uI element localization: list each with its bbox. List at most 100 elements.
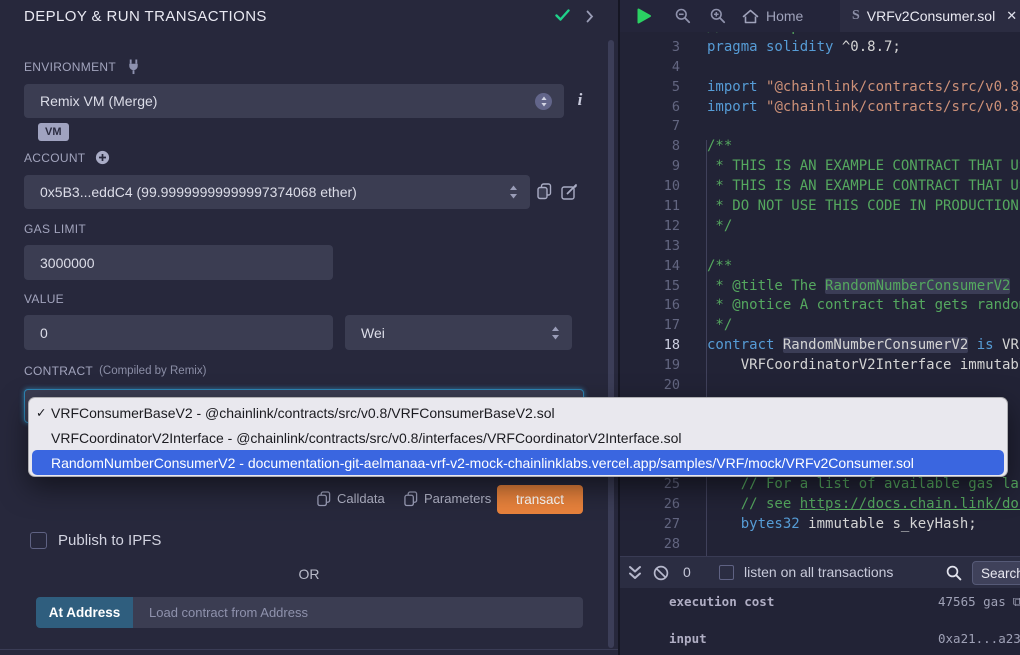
info-icon[interactable]: i [573,90,587,110]
terminal-search-input[interactable] [972,561,1020,585]
contract-label-row: CONTRACT (Compiled by Remix) [24,364,206,378]
code-line: 12 */ [620,217,1020,237]
expand-terminal-icon[interactable] [628,565,642,581]
transact-button[interactable]: transact [497,485,583,514]
zoom-out-icon[interactable] [675,8,691,24]
line-number: 12 [620,217,680,237]
contract-hint: (Compiled by Remix) [99,365,206,377]
edit-account-icon[interactable] [561,183,578,200]
play-icon[interactable] [636,8,652,24]
code-line: 8/** [620,137,1020,157]
code-line: 19 VRFCoordinatorV2Interface immutable C… [620,356,1020,376]
line-number: 13 [620,237,680,257]
value-label-row: VALUE [24,292,64,306]
publish-ipfs-checkbox[interactable] [30,532,47,549]
line-number: 25 [620,475,680,495]
option-check-icon: ✓ [36,405,49,420]
line-content: pragma solidity ^0.8.7; [680,38,901,58]
listen-all-label: listen on all transactions [744,564,893,580]
environment-select[interactable]: Remix VM (Merge) [24,84,564,118]
line-content: * THIS IS AN EXAMPLE CONTRACT THAT USES … [680,177,1020,197]
line-number: 5 [620,78,680,98]
editor-tab-bar: Home S VRFv2Consumer.sol ✕ [620,0,1020,32]
value-input[interactable] [24,315,333,350]
terminal-row: execution cost47565 gas⧉ [669,594,1020,610]
code-line: 3pragma solidity ^0.8.7; [620,38,1020,58]
option-label: VRFConsumerBaseV2 - @chainlink/contracts… [51,405,555,421]
line-number: 28 [620,535,680,555]
panel-title: DEPLOY & RUN TRANSACTIONS [24,0,267,32]
terminal-row: input 0xa21...a23e4 [669,631,1020,647]
copy-account-icon[interactable] [537,183,552,200]
account-label: ACCOUNT [24,151,85,165]
panel-scrollbar[interactable] [608,40,614,648]
code-line: 26 // see https://docs.chain.link/docs/v… [620,495,1020,515]
zoom-in-icon[interactable] [710,8,726,24]
terminal-log: execution cost47565 gas⧉ input 0xa21...a23… [620,588,1020,655]
remix-ide: DEPLOY & RUN TRANSACTIONS ENVIRONMENT Re… [0,0,1020,655]
gas-limit-label: GAS LIMIT [24,222,86,236]
search-icon[interactable] [946,565,962,581]
code-line: 13 [620,237,1020,257]
panel-divider-line [0,649,618,650]
parameters-label[interactable]: Parameters [424,491,491,506]
gas-limit-input[interactable] [24,245,333,280]
plus-circle-icon[interactable] [95,150,110,165]
account-value: 0x5B3...eddC4 (99.99999999999997374068 e… [40,184,357,200]
at-address-button[interactable]: At Address [36,597,133,628]
code-line: 20 [620,376,1020,396]
line-number: 6 [620,98,680,118]
at-address-input[interactable] [133,597,583,628]
listen-all-checkbox[interactable] [719,565,734,580]
line-number: 17 [620,316,680,336]
calldata-label[interactable]: Calldata [337,491,385,506]
line-number: 18 [620,336,680,356]
value-unit-select[interactable]: Wei [345,315,572,350]
line-content: import "@chainlink/contracts/src/v0.8/in… [680,78,1020,98]
contract-option[interactable]: RandomNumberConsumerV2 - documentation-g… [32,450,1004,475]
indent-guide-line [706,140,707,556]
line-content [680,58,707,78]
line-content: * @title The RandomNumberConsumerV2 cont… [680,277,1020,297]
line-content [680,376,707,396]
terminal-row-value: 0xa21...a23e4 [938,631,1020,646]
line-number: 8 [620,137,680,157]
contract-option[interactable]: ✓VRFConsumerBaseV2 - @chainlink/contract… [32,400,1004,425]
environment-value: Remix VM (Merge) [40,93,157,109]
chevron-right-icon[interactable] [586,10,594,23]
line-number: 15 [620,277,680,297]
account-label-row: ACCOUNT [24,150,110,165]
code-line: 28 [620,535,1020,555]
copy-value-icon[interactable]: ⧉ [1013,595,1020,610]
value-label: VALUE [24,292,64,306]
copy-parameters-icon[interactable] [404,491,418,507]
gas-label-row: GAS LIMIT [24,222,86,236]
tab-home[interactable]: Home [742,0,803,32]
line-number: 14 [620,257,680,277]
code-line: 18contract RandomNumberConsumerV2 is VRF… [620,336,1020,356]
account-select[interactable]: 0x5B3...eddC4 (99.99999999999997374068 e… [24,175,530,209]
code-line: 7 [620,117,1020,137]
line-content: // see https://docs.chain.link/docs/vrf-… [680,495,1020,515]
code-line: 15 * @title The RandomNumberConsumerV2 c… [620,277,1020,297]
terminal-row-key: input [669,631,707,646]
copy-calldata-icon[interactable] [317,491,331,507]
line-content: * DO NOT USE THIS CODE IN PRODUCTION. [680,197,1020,217]
environment-label: ENVIRONMENT [24,60,116,74]
code-line: 25 // For a list of available gas lanes … [620,475,1020,495]
line-content: bytes32 immutable s_keyHash; [680,515,977,535]
contract-option[interactable]: VRFCoordinatorV2Interface - @chainlink/c… [32,425,1004,450]
plug-icon [126,59,141,75]
close-tab-icon[interactable]: ✕ [1006,8,1017,24]
line-number: 26 [620,495,680,515]
code-line: 4 [620,58,1020,78]
code-line: 5import "@chainlink/contracts/src/v0.8/i… [620,78,1020,98]
active-tab-label: VRFv2Consumer.sol [867,8,995,24]
code-line: 17 */ [620,316,1020,336]
code-line: 6import "@chainlink/contracts/src/v0.8/V… [620,98,1020,118]
line-content [680,117,707,137]
tab-active-file[interactable]: S VRFv2Consumer.sol ✕ [840,0,1020,32]
code-line: 9 * THIS IS AN EXAMPLE CONTRACT THAT USE… [620,157,1020,177]
code-line: 27 bytes32 immutable s_keyHash; [620,515,1020,535]
clear-console-icon[interactable] [653,565,669,581]
